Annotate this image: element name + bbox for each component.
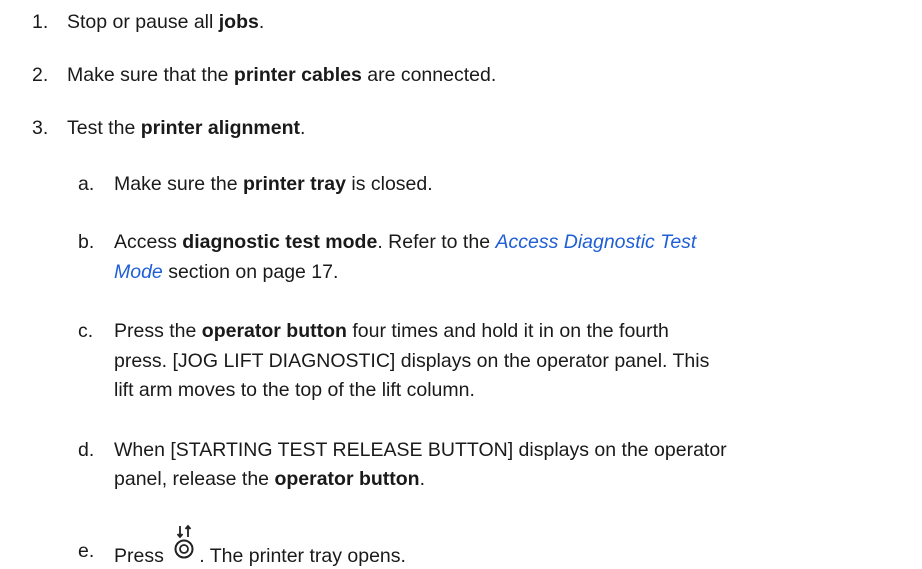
access-diagnostic-link-cont[interactable]: Mode bbox=[114, 261, 163, 283]
step-1-marker: 1. bbox=[32, 11, 49, 33]
term-printer-tray: printer tray bbox=[242, 173, 346, 195]
step-2-marker: 2. bbox=[32, 64, 49, 86]
substep-d-line1: When [STARTING TEST RELEASE BUTTON] disp… bbox=[114, 439, 727, 461]
term-diagnostic-test-mode: diagnostic test mode bbox=[182, 231, 378, 253]
term-printer-cables: printer cables bbox=[233, 64, 362, 86]
substep-d-marker: d. bbox=[78, 439, 95, 461]
term-operator-button: operator button bbox=[201, 320, 347, 342]
substep-d-line2: panel, release the operator button. bbox=[114, 468, 426, 490]
substep-b-marker: b. bbox=[78, 231, 95, 253]
term-jobs: jobs bbox=[218, 11, 259, 33]
substep-b-line2: Mode section on page 17. bbox=[114, 261, 339, 283]
jog-lift-button-icon bbox=[171, 524, 197, 568]
substep-c-line2: press. [JOG LIFT DIAGNOSTIC] displays on… bbox=[114, 350, 710, 372]
step-2-text: Make sure that the printer cables are co… bbox=[67, 64, 497, 86]
substep-a-marker: a. bbox=[78, 173, 95, 195]
term-printer-alignment: printer alignment bbox=[140, 117, 300, 139]
substep-e-marker: e. bbox=[78, 540, 95, 562]
substep-b-line1: Access diagnostic test mode. Refer to th… bbox=[114, 231, 697, 253]
step-3-text: Test the printer alignment. bbox=[67, 117, 306, 139]
step-1-text: Stop or pause all jobs. bbox=[67, 11, 265, 33]
access-diagnostic-link[interactable]: Access Diagnostic Test bbox=[495, 231, 696, 253]
substep-c-line1: Press the operator button four times and… bbox=[114, 320, 669, 342]
term-operator-button-2: operator button bbox=[274, 468, 420, 490]
substep-c-line3: lift arm moves to the top of the lift co… bbox=[114, 379, 475, 401]
step-3-marker: 3. bbox=[32, 117, 49, 139]
substep-c-marker: c. bbox=[78, 320, 94, 342]
substep-a-text: Make sure the printer tray is closed. bbox=[114, 173, 433, 195]
substep-e-text: Press . The printer tray opens. bbox=[114, 524, 406, 569]
